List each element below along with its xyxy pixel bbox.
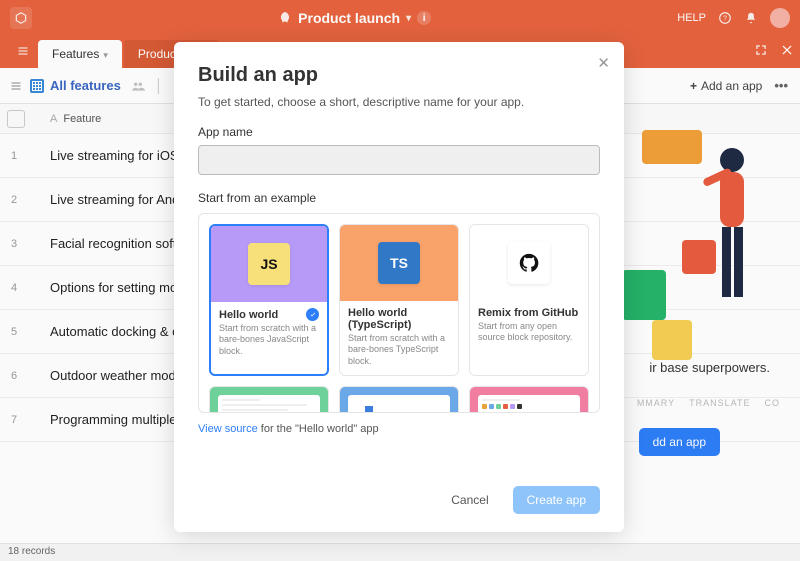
- example-title: Hello world (TypeScript): [348, 307, 450, 331]
- example-desc: Start from scratch with a bare-bones Jav…: [219, 323, 319, 357]
- example-card[interactable]: [209, 386, 329, 413]
- modal-subtitle: To get started, choose a short, descript…: [198, 95, 600, 109]
- check-icon: [306, 308, 319, 321]
- example-title: Hello world: [219, 309, 278, 321]
- example-card[interactable]: TS Hello world (TypeScript) Start from s…: [339, 224, 459, 376]
- create-app-button[interactable]: Create app: [513, 486, 600, 514]
- example-card[interactable]: Remix from GitHub Start from any open so…: [469, 224, 589, 376]
- view-source-link[interactable]: View source for the "Hello world" app: [198, 423, 600, 435]
- example-desc: Start from scratch with a bare-bones Typ…: [348, 333, 450, 367]
- example-card[interactable]: JS Hello world Start from scratch with a…: [209, 224, 329, 376]
- example-desc: Start from any open source block reposit…: [478, 321, 580, 344]
- app-name-label: App name: [198, 125, 600, 139]
- close-icon[interactable]: ✕: [597, 54, 610, 72]
- examples-gallery[interactable]: JS Hello world Start from scratch with a…: [198, 213, 600, 413]
- example-title: Remix from GitHub: [478, 307, 578, 319]
- examples-label: Start from an example: [198, 191, 600, 205]
- modal-title: Build an app: [198, 64, 600, 87]
- build-app-modal: ✕ Build an app To get started, choose a …: [174, 42, 624, 532]
- cancel-button[interactable]: Cancel: [437, 486, 502, 514]
- example-card[interactable]: [469, 386, 589, 413]
- github-icon: [518, 252, 540, 274]
- example-card[interactable]: [339, 386, 459, 413]
- app-name-input[interactable]: [198, 145, 600, 175]
